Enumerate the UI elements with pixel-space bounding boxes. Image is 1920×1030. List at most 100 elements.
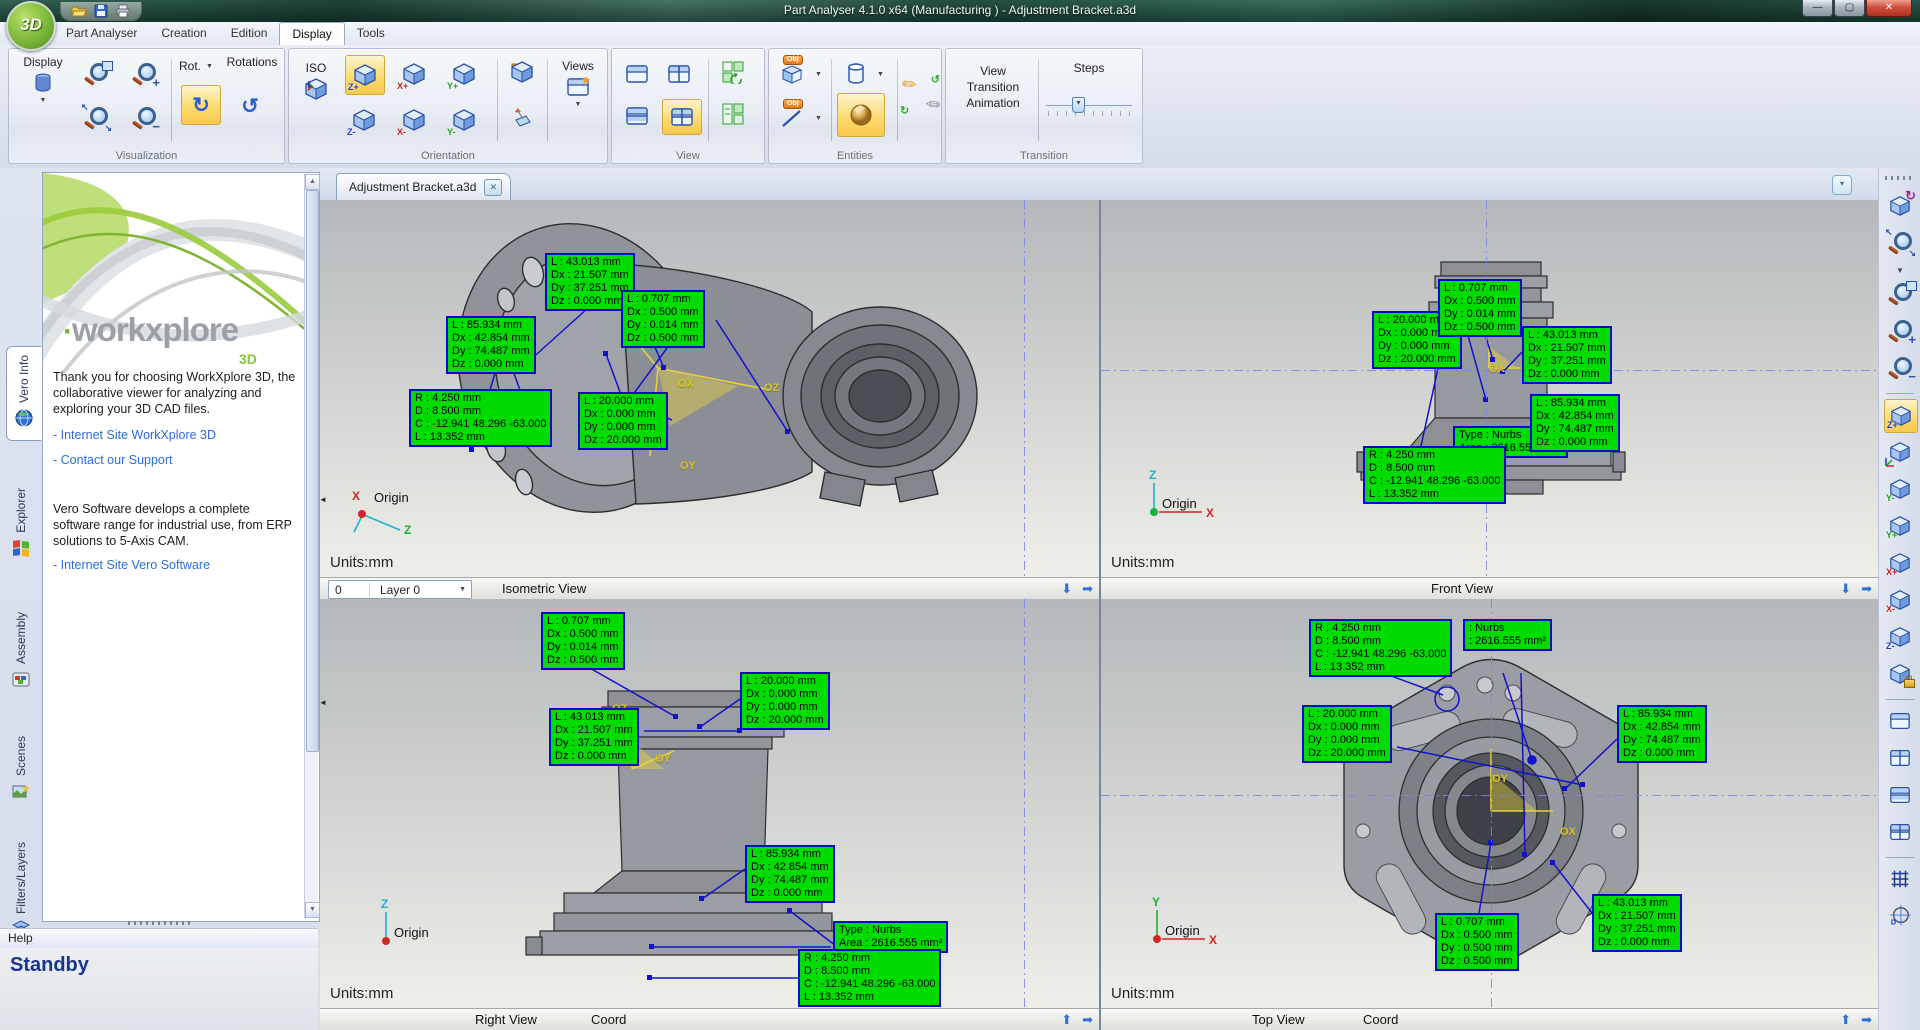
chevron-down-icon[interactable]: ▼ — [877, 71, 884, 78]
menu-tab-creation[interactable]: Creation — [149, 22, 218, 45]
layout-single-button[interactable] — [620, 57, 654, 91]
orient-z-minus-button[interactable]: Z- — [345, 101, 383, 139]
link-internet-vero[interactable]: - Internet Site Vero Software — [53, 558, 298, 572]
collapse-panel-button[interactable]: ▾ — [1832, 175, 1852, 195]
chevron-down-icon[interactable]: ▼ — [815, 115, 822, 122]
layout-four-button[interactable] — [662, 99, 702, 135]
steps-slider-thumb[interactable]: ▾ — [1072, 97, 1085, 113]
zoom-out-button[interactable]: − — [127, 101, 161, 135]
orient-iso-button[interactable] — [1884, 436, 1916, 468]
orient-x-plus-button[interactable]: X+ — [1884, 547, 1916, 579]
view-next-icon[interactable]: ➡ — [1861, 580, 1872, 597]
view-transition-animation-button[interactable]: View Transition Animation — [954, 63, 1032, 111]
edit-entities-button[interactable]: ✎ ✎ ↺ ↻ — [901, 75, 939, 115]
orient-z-plus-button[interactable]: Z+ — [345, 55, 385, 95]
save-icon[interactable] — [93, 3, 109, 19]
measure-label[interactable]: L : 43.013 mmDx : 21.507 mmDy : 37.251 m… — [1522, 326, 1612, 384]
measure-label[interactable]: R : 4.250 mmD : 8.500 mmC : -12.941 48.2… — [1363, 446, 1506, 504]
scrollbar-thumb[interactable] — [306, 190, 319, 752]
measure-label[interactable]: L : 20.000 mmDx : 0.000 mmDy : 0.000 mmD… — [578, 392, 668, 450]
print-icon[interactable] — [115, 3, 131, 19]
views-button[interactable]: Views ▼ — [553, 59, 603, 108]
select-curve-button[interactable]: Obj — [775, 101, 809, 135]
show-entity-button[interactable] — [505, 55, 539, 89]
layer-dropdown[interactable]: 0 Layer 0 ▼ — [328, 580, 472, 599]
datum-button[interactable]: D — [1884, 900, 1916, 932]
layout-two-rows-button[interactable] — [620, 99, 654, 133]
zoom-out-button[interactable]: − — [1884, 352, 1916, 384]
open-icon[interactable] — [71, 3, 87, 19]
viewport-isometric[interactable]: Units:mm L : 43.013 mmDx : 21.507 mmDy :… — [320, 200, 1099, 577]
viewport-top[interactable]: Units:mm R : 4.250 mmD : 8.500 mmC : -12… — [1101, 599, 1878, 1008]
measure-label[interactable]: L : 0.707 mmDx : 0.500 mmDy : 0.500 mmDz… — [1435, 913, 1519, 971]
sidebar-tab-explorer[interactable]: Explorer — [4, 479, 38, 571]
document-tab[interactable]: Adjustment Bracket.a3d ✕ — [336, 173, 511, 200]
sphere-entity-button[interactable] — [837, 93, 885, 137]
measure-label[interactable]: L : 85.934 mmDx : 42.854 mmDy : 74.487 m… — [745, 845, 835, 903]
orient-x-plus-button[interactable]: X+ — [395, 55, 433, 93]
sidebar-tab-assembly[interactable]: Assembly — [4, 603, 38, 702]
layout-two-cols-button[interactable] — [662, 57, 696, 91]
measure-label[interactable]: R : 4.250 mmD : 8.500 mmC : -12.941 48.2… — [798, 949, 941, 1007]
panel-collapse-icon[interactable]: ◄ — [319, 698, 327, 707]
rotate-button[interactable]: ↻ — [181, 85, 221, 125]
zoom-in-button[interactable]: + — [1884, 315, 1916, 347]
app-logo-button[interactable]: 3D — [6, 1, 56, 51]
toolbar-handle[interactable] — [1885, 176, 1915, 180]
menu-tab-tools[interactable]: Tools — [345, 22, 397, 45]
measure-label[interactable]: L : 20.000 mmDx : 0.000 mmDy : 0.000 mmD… — [740, 672, 830, 730]
grid-button[interactable] — [1884, 863, 1916, 895]
steps-slider-track[interactable] — [1046, 105, 1132, 106]
measure-label[interactable]: R : 4.250 mmD : 8.500 mmC : -12.941 48.2… — [409, 389, 552, 447]
measure-label[interactable]: L : 85.934 mmDx : 42.854 mmDy : 74.487 m… — [446, 316, 536, 374]
rotate-view-button[interactable]: ↻ — [1884, 190, 1916, 222]
orient-y-minus-button[interactable]: Y- — [1884, 473, 1916, 505]
compare-views-button[interactable] — [716, 55, 750, 89]
menu-tab-part-analyser[interactable]: Part Analyser — [54, 22, 149, 45]
title-bar[interactable]: Part Analyser 4.1.0 x64 (Manufacturing )… — [0, 0, 1920, 23]
chevron-down-icon[interactable]: ▼ — [815, 71, 822, 78]
measure-label[interactable]: L : 85.934 mmDx : 42.854 mmDy : 74.487 m… — [1617, 705, 1707, 763]
iso-view-button[interactable]: ISO — [293, 61, 339, 101]
measure-label[interactable]: L : 0.707 mmDx : 0.500 mmDy : 0.014 mmDz… — [541, 612, 625, 670]
scroll-up-icon[interactable]: ▲ — [305, 174, 320, 190]
orient-y-plus-button[interactable]: Y+ — [445, 55, 483, 93]
measure-label[interactable]: : Nurbs: 2616.555 mm² — [1463, 619, 1552, 651]
view-down-icon[interactable]: ⬇ — [1840, 580, 1851, 597]
orient-y-minus-button[interactable]: Y- — [445, 101, 483, 139]
splitter-handle[interactable] — [128, 921, 190, 925]
zoom-extents-button[interactable]: ↖↘ — [79, 101, 113, 135]
measure-label[interactable]: L : 43.013 mmDx : 21.507 mmDy : 37.251 m… — [549, 708, 639, 766]
view-down-icon[interactable]: ⬇ — [1061, 580, 1072, 597]
panel-collapse-icon[interactable]: ◄ — [319, 495, 327, 504]
display-button[interactable]: Display ▼ — [15, 55, 71, 104]
zoom-window-button[interactable] — [79, 57, 113, 91]
measure-label[interactable]: L : 20.000 mmDx : 0.000 mmDy : 0.000 mmD… — [1302, 705, 1392, 763]
close-icon[interactable]: ✕ — [1866, 0, 1912, 17]
zoom-window-button[interactable] — [1884, 278, 1916, 310]
measure-label[interactable]: L : 85.934 mmDx : 42.854 mmDy : 74.487 m… — [1530, 394, 1620, 452]
zoom-extents-button[interactable]: ↖↘ — [1884, 227, 1916, 259]
viewport-right[interactable]: Units:mm L : 0.707 mmDx : 0.500 mmDy : 0… — [320, 599, 1099, 1008]
measure-label[interactable]: R : 4.250 mmD : 8.500 mmC : -12.941 48.2… — [1309, 619, 1452, 677]
orient-z-minus-button[interactable]: Z- — [1884, 621, 1916, 653]
align-view-button[interactable] — [505, 101, 539, 135]
sidebar-tab-scenes[interactable]: Scenes — [4, 727, 38, 814]
link-contact-support[interactable]: - Contact our Support — [53, 453, 298, 467]
maximize-icon[interactable]: ▢ — [1834, 0, 1865, 17]
cylinder-entity-button[interactable] — [839, 57, 873, 91]
close-icon[interactable]: ✕ — [484, 179, 502, 196]
orient-z-plus-button[interactable]: Z+ — [1884, 399, 1918, 433]
viewport-front[interactable]: Units:mm L : 20.000 mmDx : 0.000 mmDy : … — [1101, 200, 1878, 577]
zoom-in-button[interactable]: + — [127, 57, 161, 91]
layout-two-rows-button[interactable] — [1884, 779, 1916, 811]
layout-single-button[interactable] — [1884, 705, 1916, 737]
select-solid-button[interactable]: Obj — [775, 57, 809, 91]
rotation-lock-button[interactable] — [1884, 658, 1916, 690]
rotations-button[interactable]: ↺ — [233, 89, 267, 123]
view-next-icon[interactable]: ➡ — [1861, 1011, 1872, 1028]
coord-label[interactable]: Coord — [1363, 1012, 1398, 1027]
view-up-icon[interactable]: ⬆ — [1840, 1011, 1851, 1028]
minimize-icon[interactable]: — — [1802, 0, 1833, 17]
measure-label[interactable]: L : 0.707 mmDx : 0.500 mmDy : 0.014 mmDz… — [621, 290, 705, 348]
